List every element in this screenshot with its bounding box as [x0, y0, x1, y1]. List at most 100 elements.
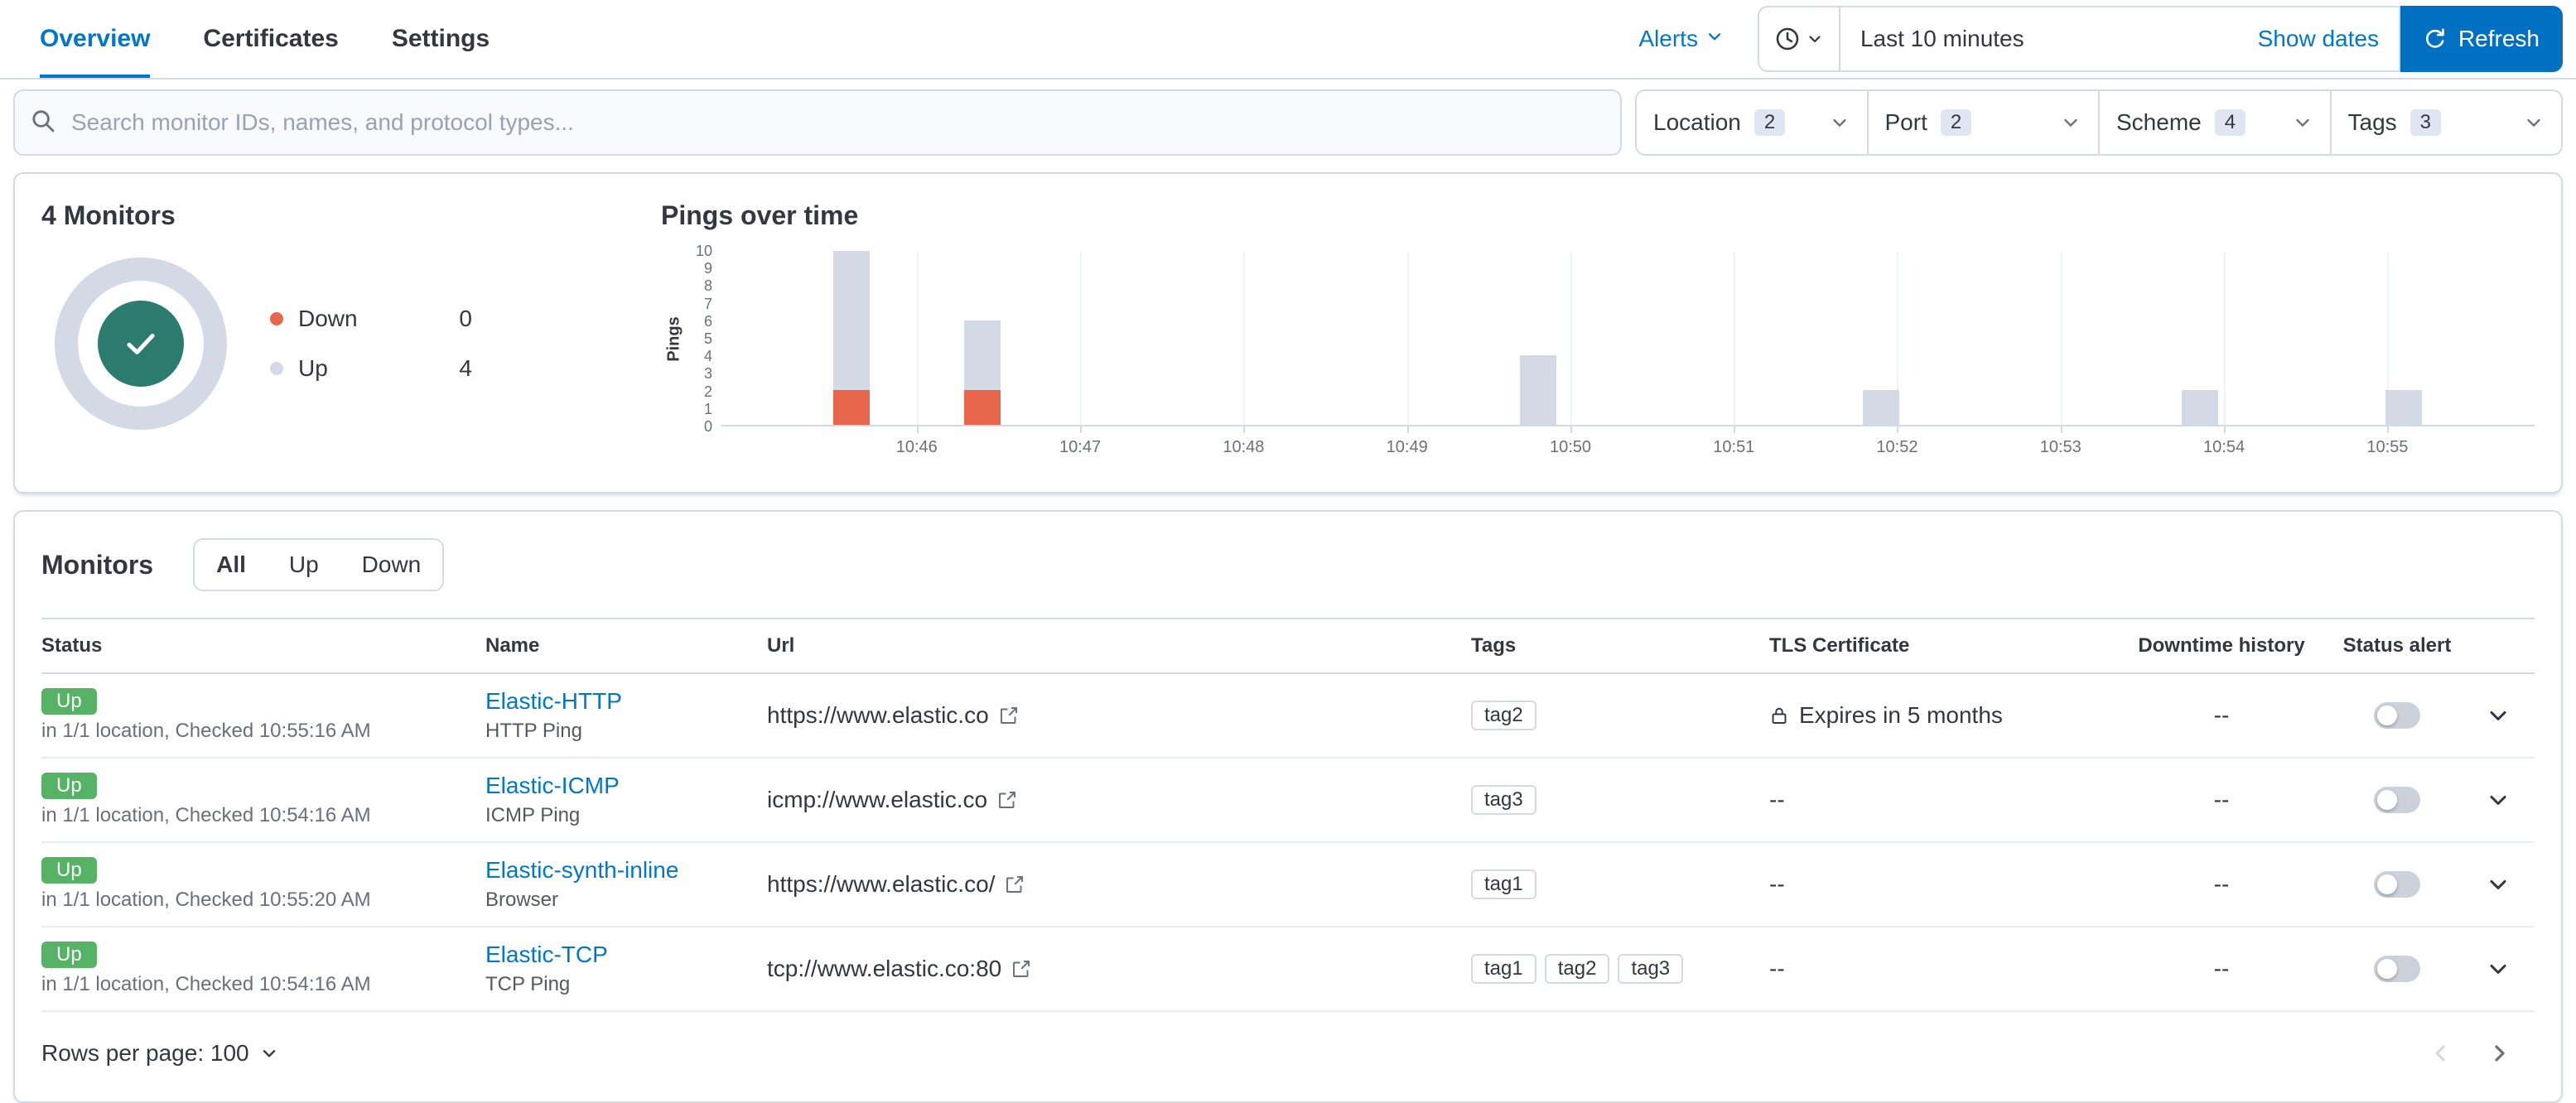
monitor-type: HTTP Ping: [485, 720, 582, 742]
chart-plot-area: [721, 251, 2535, 426]
ping-bar-up-segment: [1862, 390, 1899, 425]
x-axis-tick-label: 10:51: [1713, 438, 1755, 456]
pagination-prev-button[interactable]: [2419, 1032, 2462, 1075]
tag-badge: tag1: [1471, 869, 1536, 899]
filter-label: Tags: [2347, 109, 2397, 135]
tab-overview[interactable]: Overview: [40, 0, 150, 78]
status-badge: Up: [41, 688, 97, 715]
status-badge: Up: [41, 857, 97, 884]
search-input[interactable]: [13, 89, 1622, 156]
ping-bar-up-segment: [2385, 390, 2423, 425]
tls-empty: --: [1769, 787, 1785, 812]
column-header-status: Status: [41, 634, 103, 657]
filter-tags[interactable]: Tags 3: [2329, 91, 2562, 154]
filter-location[interactable]: Location 2: [1637, 91, 1867, 154]
chevron-down-icon: [2292, 112, 2313, 133]
monitor-url-link[interactable]: icmp://www.elastic.co: [767, 787, 987, 813]
monitor-url-link[interactable]: https://www.elastic.co/: [767, 871, 995, 898]
expand-row-button[interactable]: [2475, 861, 2521, 908]
time-range-value[interactable]: Last 10 minutes: [1860, 26, 2024, 52]
ping-bar-up-segment: [1519, 355, 1556, 425]
legend-dot: [270, 312, 283, 325]
tls-cell: --: [1769, 944, 2124, 994]
all-up-check-icon: [98, 301, 184, 387]
y-axis-tick-label: 3: [703, 365, 712, 383]
gridline: [1734, 251, 1736, 425]
clock-icon: [1774, 26, 1801, 52]
x-axis-tick: [1897, 426, 1899, 433]
tls-cell: --: [1769, 775, 2124, 825]
filter-count-badge: 4: [2214, 109, 2246, 136]
expand-row-button[interactable]: [2475, 692, 2521, 739]
name-cell: Elastic-HTTP HTTP Ping: [485, 677, 767, 754]
external-link-icon: [1011, 959, 1031, 979]
search-filter-row: Location 2 Port 2 Scheme 4 Tags 3: [13, 89, 2563, 156]
filter-count-badge: 3: [2410, 109, 2442, 136]
pagination-next-button[interactable]: [2478, 1032, 2521, 1075]
filter-port[interactable]: Port 2: [1866, 91, 2099, 154]
status-cell: Up in 1/1 location, Checked 10:55:16 AM: [41, 677, 485, 754]
status-cell: Up in 1/1 location, Checked 10:54:16 AM: [41, 761, 485, 839]
x-axis-tick: [1570, 426, 1572, 433]
tags-cell: tag1: [1471, 858, 1769, 911]
monitors-filter-all[interactable]: All: [195, 540, 268, 590]
last-checked-text: in 1/1 location, Checked 10:55:20 AM: [41, 889, 371, 911]
tls-cell: --: [1769, 860, 2124, 909]
alerts-menu-button[interactable]: Alerts: [1638, 26, 1725, 52]
monitors-table-body: Up in 1/1 location, Checked 10:55:16 AM El…: [41, 674, 2535, 1012]
status-alert-toggle[interactable]: [2374, 871, 2420, 898]
filter-scheme[interactable]: Scheme 4: [2098, 91, 2330, 154]
header-controls: Alerts Last 10 minutes Show dates Refres…: [1638, 6, 2563, 72]
tags-cell: tag3: [1471, 773, 1769, 826]
monitors-filter-up[interactable]: Up: [267, 540, 340, 590]
time-quick-select-button[interactable]: [1759, 7, 1840, 70]
y-axis-tick-label: 9: [703, 260, 712, 277]
name-cell: Elastic-ICMP ICMP Ping: [485, 761, 767, 839]
legend-item-up: Up 4: [270, 355, 472, 382]
monitor-url-link[interactable]: https://www.elastic.co: [767, 702, 989, 729]
monitors-filter-down[interactable]: Down: [340, 540, 443, 590]
tab-settings[interactable]: Settings: [392, 0, 490, 78]
show-dates-link[interactable]: Show dates: [2258, 26, 2379, 52]
legend-label: Down: [298, 306, 358, 331]
expand-row-button[interactable]: [2475, 777, 2521, 823]
tag-badge: tag2: [1544, 954, 1610, 984]
ping-bar-up-segment: [963, 320, 1001, 390]
column-header-tls-certificate: TLS Certificate: [1769, 634, 1910, 657]
monitor-row: Up in 1/1 location, Checked 10:54:16 AM El…: [41, 927, 2535, 1012]
monitor-name-link[interactable]: Elastic-synth-inline: [485, 857, 678, 884]
tab-certificates[interactable]: Certificates: [203, 0, 338, 78]
x-axis-tick-label: 10:50: [1549, 438, 1592, 456]
x-axis-tick-label: 10:54: [2203, 438, 2246, 456]
expand-cell: [2475, 681, 2535, 750]
y-axis-tick-label: 10: [695, 243, 712, 259]
url-cell: tcp://www.elastic.co:80: [767, 944, 1471, 994]
column-header-name: Name: [485, 634, 540, 657]
y-axis-tick-label: 5: [703, 330, 712, 347]
monitor-name-link[interactable]: Elastic-TCP: [485, 942, 608, 968]
x-axis-tick: [2387, 426, 2390, 433]
y-axis-title: Pings: [664, 315, 683, 362]
rows-per-page-button[interactable]: Rows per page: 100: [41, 1040, 279, 1067]
monitors-summary: 4 Monitors Down 0 Up 4: [41, 200, 621, 465]
monitors-count-title: 4 Monitors: [41, 200, 176, 230]
chevron-down-icon: [1829, 112, 1850, 133]
chevron-down-icon: [2060, 112, 2082, 133]
monitor-url-link[interactable]: tcp://www.elastic.co:80: [767, 956, 1001, 982]
tls-empty: --: [1769, 871, 1785, 897]
external-link-icon: [1005, 874, 1025, 894]
chevron-down-icon: [1705, 26, 1725, 52]
x-axis-tick-label: 10:46: [895, 438, 938, 456]
status-alert-toggle[interactable]: [2374, 787, 2420, 813]
monitor-name-link[interactable]: Elastic-ICMP: [485, 773, 620, 799]
expand-row-button[interactable]: [2475, 946, 2521, 992]
status-alert-toggle[interactable]: [2374, 702, 2420, 729]
refresh-button[interactable]: Refresh: [2400, 6, 2563, 72]
x-axis-tick: [1406, 426, 1409, 433]
name-cell: Elastic-synth-inline Browser: [485, 845, 767, 923]
monitor-name-link[interactable]: Elastic-HTTP: [485, 688, 622, 715]
downtime-value: --: [2213, 871, 2230, 897]
status-alert-toggle[interactable]: [2374, 956, 2420, 982]
status-alert-cell: [2332, 860, 2475, 909]
gridline: [916, 251, 919, 425]
